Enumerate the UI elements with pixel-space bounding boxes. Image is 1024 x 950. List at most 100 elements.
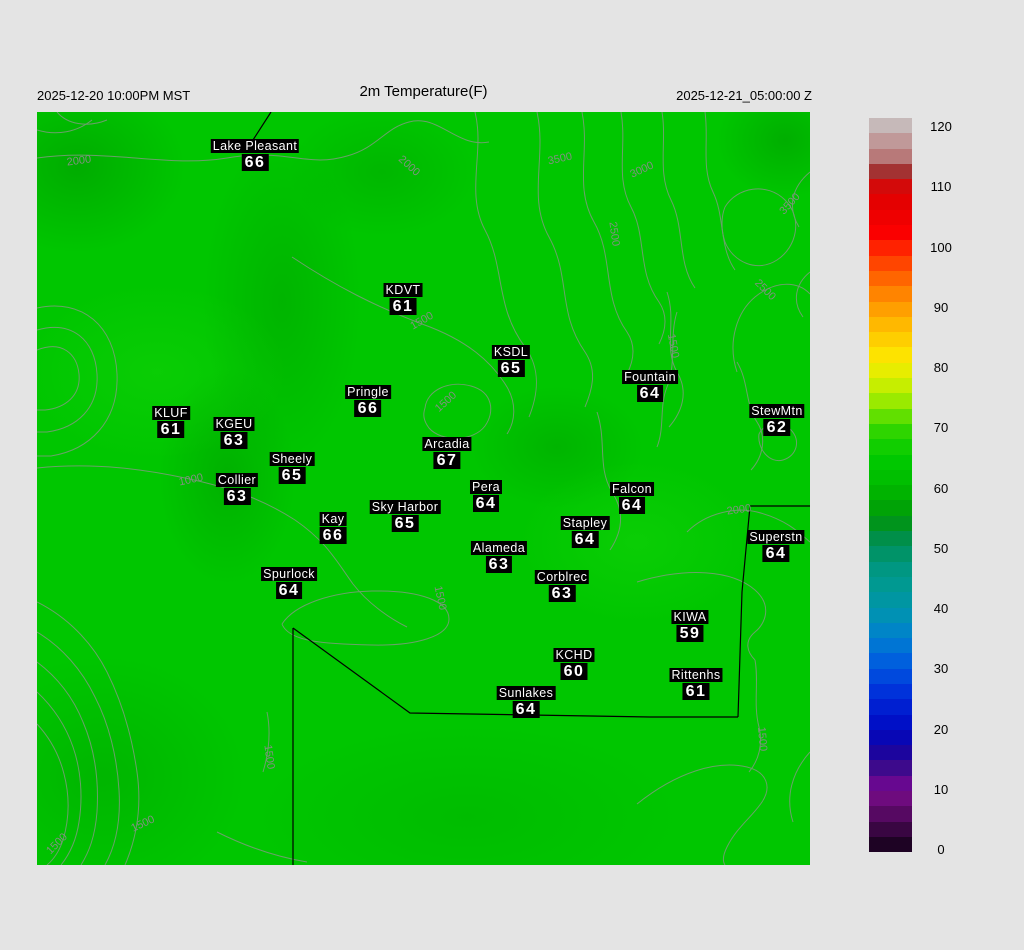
colorbar-strip — [869, 485, 912, 501]
station: Fountain 64 — [622, 370, 678, 402]
colorbar-strip — [869, 531, 912, 547]
colorbar-strip — [869, 393, 912, 409]
colorbar-strip — [869, 821, 912, 837]
station-name: Falcon — [610, 482, 654, 496]
colorbar-tick-label: 120 — [930, 119, 952, 134]
station-temperature-value: 59 — [676, 625, 704, 642]
colorbar-strip — [869, 148, 912, 164]
station-name: KLUF — [152, 406, 190, 420]
colorbar-strip — [869, 286, 912, 302]
station-temperature-value: 64 — [618, 497, 646, 514]
station-temperature-value: 61 — [157, 421, 185, 438]
temperature-map: Lake Pleasant 66 KDVT 61 KSDL 65 Pringle 66 Foun… — [37, 112, 810, 865]
station-temperature-value: 61 — [389, 298, 417, 315]
station-temperature-value: 61 — [682, 683, 710, 700]
model-valid-time-utc: 2025-12-21_05:00:00 Z — [676, 88, 812, 103]
station-temperature-value: 64 — [472, 495, 500, 512]
colorbar-strip — [869, 332, 912, 348]
station-name: KGEU — [213, 417, 255, 431]
colorbar-tick-label: 90 — [933, 299, 949, 315]
colorbar-strip — [869, 225, 912, 241]
county-boundaries — [252, 112, 810, 865]
station: Arcadia 67 — [422, 437, 472, 469]
colorbar-strip — [869, 362, 912, 379]
colorbar-strip — [869, 378, 912, 394]
station-temperature-value: 63 — [223, 488, 251, 505]
station-temperature-value: 67 — [433, 452, 461, 469]
station-temperature-value: 63 — [548, 585, 576, 602]
temperature-colorbar — [869, 118, 912, 853]
station: KIWA 59 — [671, 610, 709, 642]
station-temperature-value: 65 — [391, 515, 419, 532]
colorbar-tick-label: 30 — [933, 661, 949, 677]
station: KDVT 61 — [383, 283, 423, 315]
station: Sheely 65 — [269, 452, 315, 484]
colorbar-strip — [869, 576, 912, 593]
colorbar-strip — [869, 270, 912, 287]
station: Pera 64 — [469, 480, 503, 512]
station-name: Arcadia — [422, 437, 472, 451]
station: Collier 63 — [215, 473, 259, 505]
station-temperature-value: 64 — [275, 582, 303, 599]
station-name: KSDL — [491, 345, 531, 359]
station-name: Superstn — [747, 530, 805, 544]
station-name: Alameda — [470, 541, 528, 555]
station-temperature-value: 64 — [571, 531, 599, 548]
colorbar-tick-label: 40 — [933, 601, 949, 616]
station-name: Rittenhs — [669, 668, 723, 682]
station-temperature-value: 62 — [763, 419, 791, 436]
colorbar-tick-label: 70 — [933, 420, 949, 436]
colorbar-strip — [869, 668, 912, 684]
colorbar-strip — [869, 622, 912, 639]
colorbar-strip — [869, 301, 912, 317]
station-name: Pringle — [345, 385, 391, 399]
station-temperature-value: 63 — [220, 432, 248, 449]
colorbar-strip — [869, 500, 912, 516]
station-temperature-value: 65 — [278, 467, 306, 484]
station-temperature-value: 66 — [241, 154, 269, 171]
colorbar-strip — [869, 653, 912, 669]
station-temperature-value: 66 — [354, 400, 382, 417]
colorbar-strip — [869, 638, 912, 654]
station: Kay 66 — [319, 512, 347, 544]
station: Stapley 64 — [560, 516, 610, 548]
colorbar-strip — [869, 806, 912, 822]
station-name: KDVT — [383, 283, 423, 297]
colorbar-tick-label: 0 — [937, 842, 945, 857]
station: Sky Harbor 65 — [369, 500, 441, 532]
colorbar-tick-label: 50 — [933, 540, 949, 556]
colorbar-strip — [869, 775, 912, 792]
colorbar-tick-label: 110 — [930, 179, 952, 195]
station-name: Pera — [469, 480, 503, 494]
colorbar-strip — [869, 133, 912, 149]
station-name: StewMtn — [749, 404, 805, 418]
station-temperature-value: 64 — [636, 385, 664, 402]
colorbar-strip — [869, 469, 912, 486]
colorbar-tick-label: 80 — [933, 360, 949, 375]
station: KLUF 61 — [152, 406, 190, 438]
station-temperature-value: 66 — [319, 527, 347, 544]
colorbar-strip — [869, 194, 912, 210]
colorbar-strip — [869, 714, 912, 730]
colorbar-strip — [869, 607, 912, 623]
station-temperature-value: 60 — [560, 663, 588, 680]
station: Falcon 64 — [610, 482, 654, 514]
colorbar-strip — [869, 240, 912, 256]
station-temperature-value: 65 — [497, 360, 525, 377]
colorbar-tick-label: 60 — [933, 480, 949, 496]
station-name: Sky Harbor — [369, 500, 441, 514]
station: Sunlakes 64 — [496, 686, 556, 718]
station: Pringle 66 — [345, 385, 391, 417]
colorbar-strip — [869, 163, 912, 180]
colorbar-strip — [869, 699, 912, 715]
colorbar-strip — [869, 836, 912, 853]
station-name: Collier — [215, 473, 259, 487]
station-name: Sunlakes — [496, 686, 556, 700]
colorbar-tick-label: 10 — [933, 781, 949, 797]
station: Spurlock 64 — [261, 567, 317, 599]
colorbar-strip — [869, 209, 912, 226]
colorbar-strip — [869, 454, 912, 470]
colorbar-tick-label: 20 — [933, 721, 949, 737]
colorbar-strip — [869, 683, 912, 700]
colorbar-tick-label: 100 — [930, 239, 952, 255]
